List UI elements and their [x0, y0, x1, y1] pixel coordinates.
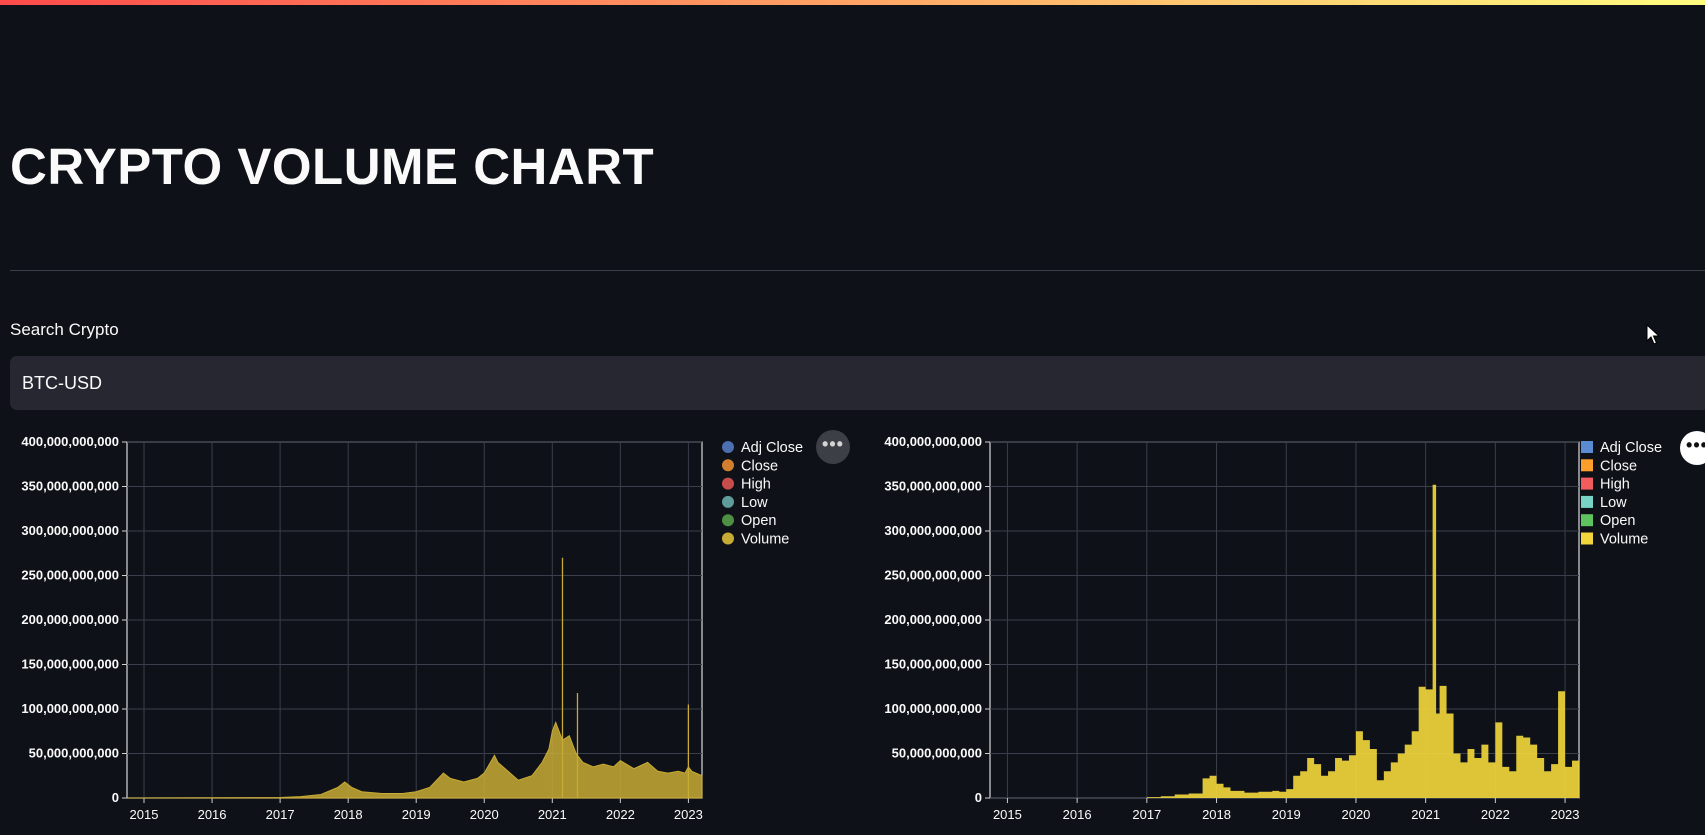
legend-marker: [722, 514, 734, 527]
legend-label: Close: [741, 458, 778, 474]
y-tick-label: 150,000,000,000: [884, 657, 982, 672]
legend-label: Open: [741, 513, 776, 529]
x-tick-label: 2022: [1481, 807, 1510, 822]
legend-label: Adj Close: [1600, 440, 1662, 456]
legend-label: Low: [741, 495, 768, 511]
volume-area: [126, 720, 703, 799]
y-tick-label: 0: [112, 790, 119, 805]
legend-label: Open: [1600, 513, 1635, 529]
x-tick-label: 2017: [266, 807, 295, 822]
legend-marker: [1581, 459, 1593, 472]
y-tick-label: 400,000,000,000: [21, 434, 119, 449]
legend-label: Low: [1600, 495, 1627, 511]
x-tick-label: 2018: [1202, 807, 1231, 822]
x-tick-label: 2020: [1341, 807, 1370, 822]
y-tick-label: 300,000,000,000: [21, 523, 119, 538]
legend-marker: [722, 532, 734, 545]
legend-label: Volume: [1600, 532, 1648, 548]
y-tick-label: 350,000,000,000: [21, 479, 119, 494]
x-tick-label: 2022: [606, 807, 635, 822]
chart-svg: 400,000,000,000 350,000,000,000 300,000,00…: [21, 434, 803, 822]
x-tick-label: 2023: [674, 807, 703, 822]
x-tick-label: 2016: [198, 807, 227, 822]
search-input[interactable]: [10, 356, 1705, 410]
legend-marker: [722, 441, 734, 453]
y-tick-label: 100,000,000,000: [21, 701, 119, 716]
x-tick-label: 2019: [402, 807, 431, 822]
legend-marker: [722, 459, 734, 472]
x-tick-label: 2017: [1132, 807, 1161, 822]
x-tick-label: 2020: [470, 807, 499, 822]
chart-volume-area[interactable]: 400,000,000,000 350,000,000,000 300,000,00…: [0, 425, 852, 830]
divider: [10, 270, 1705, 271]
mouse-pointer-icon: [1646, 324, 1660, 345]
x-tick-label: 2019: [1272, 807, 1301, 822]
page-title: CRYPTO VOLUME CHART: [10, 138, 655, 195]
x-tick-label: 2023: [1551, 807, 1580, 822]
y-tick-label: 350,000,000,000: [884, 479, 982, 494]
y-tick-label: 250,000,000,000: [21, 568, 119, 583]
more-horizontal-icon: •••: [1686, 435, 1705, 455]
legend-label: High: [1600, 477, 1630, 493]
app-top-accent-bar: [0, 0, 1705, 5]
y-tick-label: 400,000,000,000: [884, 434, 982, 449]
legend-marker: [1581, 441, 1593, 453]
x-tick-label: 2016: [1063, 807, 1092, 822]
x-tick-label: 2015: [993, 807, 1022, 822]
y-tick-label: 200,000,000,000: [21, 612, 119, 627]
legend-label: Volume: [741, 532, 789, 548]
y-tick-label: 250,000,000,000: [884, 568, 982, 583]
legend-label: High: [741, 477, 771, 493]
legend-marker: [722, 477, 734, 490]
y-tick-label: 300,000,000,000: [884, 523, 982, 538]
y-tick-label: 50,000,000,000: [892, 746, 982, 761]
y-tick-label: 50,000,000,000: [29, 746, 119, 761]
chart-menu-button-left[interactable]: •••: [816, 430, 850, 464]
legend-label: Close: [1600, 458, 1637, 474]
chart-svg: 400,000,000,000 350,000,000,000 300,000,00…: [884, 434, 1662, 822]
more-horizontal-icon: •••: [822, 434, 844, 454]
legend-marker: [1581, 514, 1593, 527]
x-tick-label: 2018: [334, 807, 363, 822]
legend-marker: [1581, 532, 1593, 545]
legend-label: Adj Close: [741, 440, 803, 456]
x-tick-label: 2021: [538, 807, 567, 822]
legend-marker: [1581, 477, 1593, 490]
legend-marker: [1581, 495, 1593, 508]
y-tick-label: 0: [975, 790, 982, 805]
x-tick-label: 2015: [130, 807, 159, 822]
y-tick-label: 150,000,000,000: [21, 657, 119, 672]
volume-bars: [990, 484, 1579, 798]
search-label: Search Crypto: [10, 320, 119, 339]
y-tick-label: 200,000,000,000: [884, 612, 982, 627]
legend-marker: [722, 495, 734, 508]
chart-volume-bar[interactable]: 400,000,000,000 350,000,000,000 300,000,00…: [862, 425, 1705, 830]
x-tick-label: 2021: [1411, 807, 1440, 822]
y-tick-label: 100,000,000,000: [884, 701, 982, 716]
